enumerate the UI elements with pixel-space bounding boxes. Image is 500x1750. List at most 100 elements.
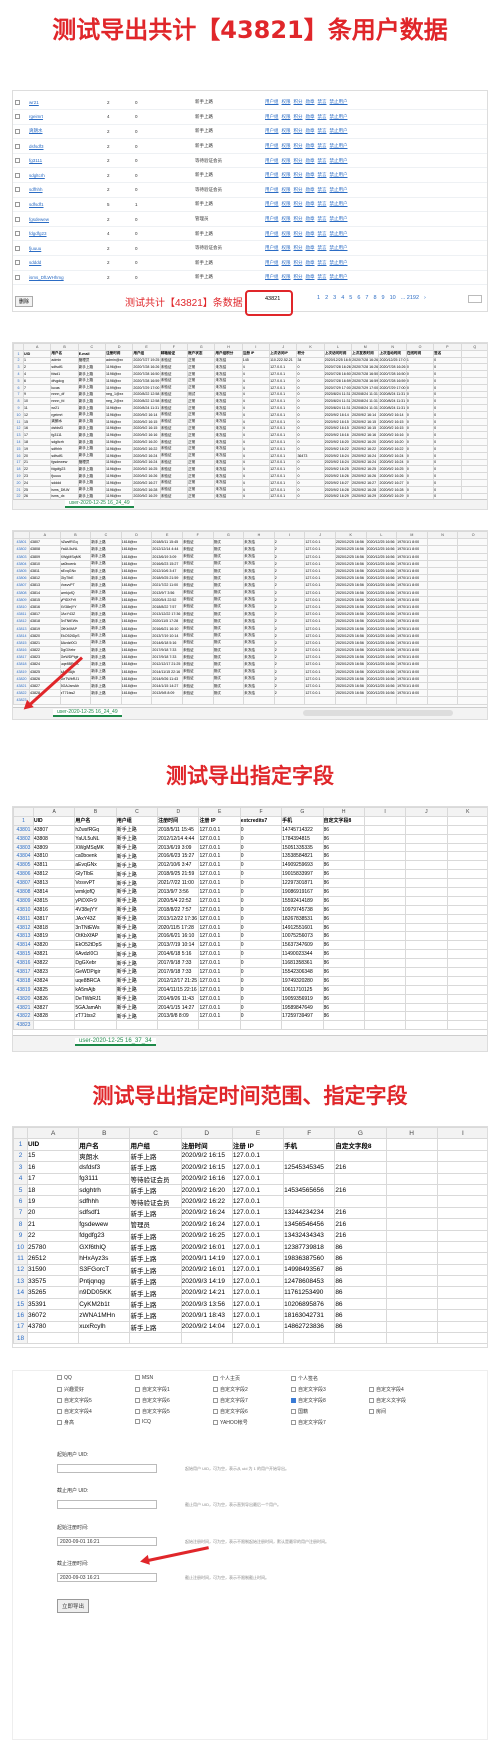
data-cell[interactable]: 2020/9/2 16:20 <box>351 438 380 446</box>
action-link[interactable]: 积分 <box>294 201 303 206</box>
checkbox-box[interactable] <box>57 1409 62 1414</box>
data-cell[interactable]: 2020/11/5 17:28 <box>157 922 200 933</box>
row-number[interactable]: 14 <box>13 1286 28 1299</box>
data-cell[interactable]: 正常 <box>187 465 216 474</box>
row-number[interactable]: 43818 <box>13 975 34 986</box>
data-cell[interactable]: 测试 <box>212 610 245 619</box>
data-cell[interactable] <box>363 913 407 924</box>
data-cell[interactable]: 2020/12/25 16:56 <box>334 617 367 626</box>
row-number[interactable]: 8 <box>13 397 24 406</box>
row-checkbox[interactable] <box>13 197 27 213</box>
data-cell[interactable]: 127.0.0.1 <box>231 1183 285 1197</box>
data-cell[interactable]: 1618@xx <box>120 602 153 612</box>
data-cell[interactable] <box>78 1332 131 1345</box>
data-cell[interactable]: 127.0.0.1 <box>269 465 298 474</box>
data-cell[interactable]: 0 <box>239 842 283 853</box>
data-cell[interactable]: 43780 <box>26 1320 80 1334</box>
data-cell[interactable]: 127.0.0.1 <box>198 895 241 906</box>
username-link[interactable]: 爽朗水 <box>27 124 105 140</box>
data-cell[interactable]: 2020/9/2 16:24 <box>378 458 407 467</box>
data-cell[interactable] <box>363 967 407 977</box>
data-cell[interactable]: 2020/8/22 12:58 <box>132 397 161 406</box>
data-cell[interactable]: 127.0.0.1 <box>231 1309 285 1322</box>
data-cell[interactable]: 15542306348 <box>281 967 324 977</box>
column-letter[interactable]: J <box>304 531 336 540</box>
row-number[interactable]: 17 <box>13 458 24 467</box>
row-number[interactable]: 20 <box>13 478 24 487</box>
page-link[interactable]: 3 <box>333 295 336 301</box>
data-cell[interactable] <box>460 383 487 392</box>
data-cell[interactable]: 4 <box>241 444 271 453</box>
data-cell[interactable]: 0 <box>239 922 283 933</box>
data-cell[interactable]: 新手上路 <box>90 610 122 619</box>
data-cell[interactable]: 2020/12/25 16:56 <box>334 588 367 597</box>
data-cell[interactable]: 10 <box>22 397 52 406</box>
data-cell[interactable]: 43811 <box>29 566 61 576</box>
data-cell[interactable]: 4 <box>241 485 271 494</box>
data-cell[interactable]: 测试 <box>212 617 245 626</box>
data-cell[interactable]: 0 <box>239 878 283 889</box>
data-cell[interactable]: 127.0.0.1 <box>304 552 336 561</box>
data-cell[interactable]: 17259739497 <box>281 1011 324 1022</box>
data-cell[interactable]: 新手上路 <box>90 674 122 683</box>
field-checkbox[interactable]: 自定文字段6 <box>135 1397 170 1404</box>
action-link[interactable]: 禁言 <box>318 216 327 221</box>
data-cell[interactable]: 14534565656 <box>283 1183 336 1197</box>
action-link[interactable]: 积分 <box>294 172 303 177</box>
data-cell[interactable] <box>405 1011 448 1022</box>
data-cell[interactable] <box>363 851 407 862</box>
data-cell[interactable]: 127.0.0.1 <box>304 574 336 583</box>
data-cell[interactable]: EkO52tDpS <box>74 940 117 951</box>
data-cell[interactable]: 0 <box>405 410 435 419</box>
data-cell[interactable]: 2020/7/28 16:50 <box>351 370 380 378</box>
data-cell[interactable]: 2020/7/28 16:59 <box>351 376 380 385</box>
data-cell[interactable]: 正常 <box>187 438 216 446</box>
data-cell[interactable]: 127.0.0.1 <box>198 842 241 853</box>
data-cell[interactable] <box>457 638 487 648</box>
data-cell[interactable]: 1970/1/1 8:00 <box>396 545 428 554</box>
data-cell[interactable]: 新手上路 <box>90 552 122 561</box>
field-header[interactable]: 注册 IP <box>231 1138 285 1151</box>
checkbox-box[interactable] <box>213 1398 218 1403</box>
data-cell[interactable]: 2020/9/2 16:25 <box>323 465 353 474</box>
data-cell[interactable]: 86 <box>322 993 365 1004</box>
data-cell[interactable]: 新手上路 <box>77 390 107 399</box>
data-cell[interactable]: 未验证 <box>181 645 214 655</box>
data-cell[interactable]: 43825 <box>32 984 76 995</box>
checkbox-box[interactable] <box>291 1398 296 1403</box>
action-link[interactable]: 积分 <box>294 245 303 250</box>
data-cell[interactable]: 2020/9/2 16:24 <box>323 451 353 460</box>
data-cell[interactable]: 未冻结 <box>214 356 243 365</box>
data-cell[interactable]: 新手上路 <box>90 660 122 669</box>
data-cell[interactable]: 新手上路 <box>115 958 159 969</box>
data-cell[interactable] <box>120 696 153 705</box>
data-cell[interactable]: 2014/6/18 5:16 <box>157 949 200 960</box>
page-link[interactable]: 8 <box>373 295 376 301</box>
data-cell[interactable]: 未验证 <box>181 624 214 633</box>
data-cell[interactable]: 正常 <box>187 424 216 433</box>
data-cell[interactable]: 0 <box>433 424 462 433</box>
action-link[interactable]: 禁止用户 <box>330 187 348 192</box>
data-cell[interactable]: 86 <box>334 1309 387 1322</box>
data-cell[interactable]: dsfdsf3 <box>78 1161 131 1174</box>
data-cell[interactable]: 0 <box>405 431 435 440</box>
data-cell[interactable] <box>426 588 459 597</box>
data-cell[interactable]: 2020/8/24 11:31 <box>323 397 353 406</box>
data-cell[interactable]: 2020/12/25 16:56 <box>334 610 367 619</box>
data-cell[interactable]: 0 <box>433 451 462 460</box>
action-link[interactable]: 积分 <box>294 187 303 192</box>
data-cell[interactable]: 2020/9/2 16:27 <box>351 478 380 487</box>
data-cell[interactable]: 0 <box>405 478 435 487</box>
row-number[interactable]: 16 <box>13 451 24 460</box>
data-cell[interactable]: 2020/8/24 11:31 <box>378 397 407 406</box>
data-cell[interactable]: 新手上路 <box>77 417 107 426</box>
data-cell[interactable]: 2020/9/2 16:28 <box>323 485 353 494</box>
data-cell[interactable]: 1196@xx <box>105 404 134 412</box>
data-cell[interactable]: yPiDXFr9 <box>59 595 92 604</box>
data-cell[interactable]: 2013/12/22 17:36 <box>157 913 200 924</box>
action-link[interactable]: 积分 <box>294 260 303 265</box>
data-cell[interactable]: 测试 <box>212 588 245 597</box>
data-cell[interactable] <box>426 667 459 676</box>
action-link[interactable]: 勋章 <box>306 158 315 163</box>
data-cell[interactable]: 新手上路 <box>77 431 107 440</box>
